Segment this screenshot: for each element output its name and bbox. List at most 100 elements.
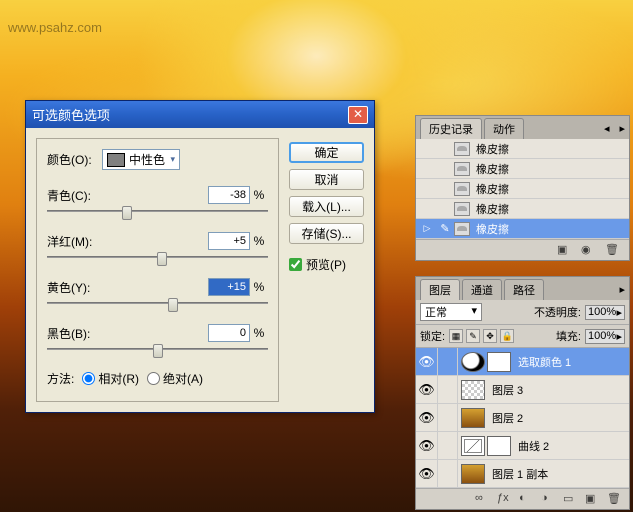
preview-checkbox[interactable]: 预览(P) — [289, 256, 364, 273]
slider-label: 黄色(Y): — [47, 279, 107, 296]
slider-value-input[interactable] — [208, 324, 250, 342]
percent-label: % — [250, 234, 268, 248]
link-col[interactable] — [438, 376, 458, 403]
history-marker: ▷ — [418, 223, 436, 234]
history-panel: 历史记录 动作 ◂ ▸ 橡皮擦 橡皮擦 橡皮擦 橡皮擦 ▷ ✎ 橡皮擦 ▣ ◉ 🗑 — [415, 115, 630, 261]
link-col[interactable] — [438, 460, 458, 487]
method-relative-radio[interactable] — [82, 372, 95, 385]
history-item[interactable]: 橡皮擦 — [416, 159, 629, 179]
blend-mode-select[interactable]: 正常▾ — [420, 303, 482, 321]
visibility-toggle[interactable]: 👁 — [416, 432, 438, 459]
layer-thumb — [461, 380, 485, 400]
method-label: 方法: — [47, 370, 74, 387]
fill-input[interactable]: 100%▸ — [585, 329, 625, 344]
layer-name: 选取颜色 1 — [514, 354, 571, 370]
lock-transparent-icon[interactable]: ▦ — [449, 329, 463, 343]
close-icon[interactable]: ✕ — [348, 106, 368, 124]
ok-button[interactable]: 确定 — [289, 142, 364, 163]
method-relative-label: 相对(R) — [98, 370, 139, 387]
slider-value-input[interactable] — [208, 232, 250, 250]
history-item[interactable]: 橡皮擦 — [416, 199, 629, 219]
layer-name: 曲线 2 — [514, 438, 549, 454]
new-document-icon[interactable]: ▣ — [557, 243, 573, 257]
visibility-toggle[interactable]: 👁 — [416, 460, 438, 487]
eraser-icon — [454, 162, 470, 176]
history-item-name: 橡皮擦 — [470, 201, 509, 217]
link-col[interactable] — [438, 432, 458, 459]
slider-track[interactable] — [47, 344, 268, 360]
history-item[interactable]: 橡皮擦 — [416, 179, 629, 199]
fx-icon[interactable]: ƒx — [497, 492, 513, 506]
trash-icon[interactable]: 🗑 — [607, 492, 623, 506]
curves-thumb — [461, 436, 485, 456]
chevron-down-icon: ▾ — [170, 154, 175, 165]
visibility-toggle[interactable]: 👁 — [416, 404, 438, 431]
layer-item[interactable]: 👁 图层 2 — [416, 404, 629, 432]
eye-icon: 👁 — [418, 410, 435, 426]
method-absolute-radio[interactable] — [147, 372, 160, 385]
tab-layers[interactable]: 图层 — [420, 279, 460, 300]
dialog-title: 可选颜色选项 — [32, 105, 110, 124]
percent-label: % — [250, 326, 268, 340]
folder-icon[interactable]: ▭ — [563, 492, 579, 506]
link-icon[interactable]: ∞ — [475, 492, 491, 506]
layer-name: 图层 3 — [488, 382, 523, 398]
link-col[interactable] — [438, 404, 458, 431]
colors-label: 颜色(O): — [47, 151, 102, 168]
opacity-label: 不透明度: — [534, 304, 581, 320]
mask-icon[interactable]: ◐ — [519, 492, 535, 506]
slider-thumb[interactable] — [122, 206, 132, 220]
layer-item[interactable]: 👁 曲线 2 — [416, 432, 629, 460]
snapshot-icon[interactable]: ◉ — [581, 243, 597, 257]
eye-icon: 👁 — [418, 466, 435, 482]
layer-name: 图层 2 — [488, 410, 523, 426]
eraser-icon — [454, 182, 470, 196]
tab-history[interactable]: 历史记录 — [420, 118, 482, 139]
slider-thumb[interactable] — [157, 252, 167, 266]
lock-all-icon[interactable]: 🔒 — [500, 329, 514, 343]
layer-thumb — [461, 408, 485, 428]
adjustment-icon[interactable]: ◑ — [541, 492, 557, 506]
panel-menu-icon[interactable]: ▸ — [619, 283, 625, 296]
slider-thumb[interactable] — [168, 298, 178, 312]
slider-track[interactable] — [47, 252, 268, 268]
trash-icon[interactable]: 🗑 — [605, 243, 621, 257]
history-item[interactable]: ▷ ✎ 橡皮擦 — [416, 219, 629, 239]
visibility-toggle[interactable]: 👁 — [416, 376, 438, 403]
tab-channels[interactable]: 通道 — [462, 279, 502, 300]
load-button[interactable]: 载入(L)... — [289, 196, 364, 217]
layer-item[interactable]: 👁 选取颜色 1 — [416, 348, 629, 376]
eraser-icon — [454, 222, 470, 236]
mask-thumb — [487, 352, 511, 372]
slider-value-input[interactable] — [208, 278, 250, 296]
slider-track[interactable] — [47, 298, 268, 314]
eye-icon: 👁 — [418, 438, 435, 454]
layer-item[interactable]: 👁 图层 1 副本 — [416, 460, 629, 488]
dialog-titlebar[interactable]: 可选颜色选项 ✕ — [26, 101, 374, 128]
slider-value-input[interactable] — [208, 186, 250, 204]
panel-menu-icon[interactable]: ▸ — [619, 122, 625, 135]
colors-select[interactable]: 中性色 ▾ — [102, 149, 180, 170]
lock-pixels-icon[interactable]: ✎ — [466, 329, 480, 343]
save-button[interactable]: 存储(S)... — [289, 223, 364, 244]
preview-check-input[interactable] — [289, 258, 302, 271]
new-layer-icon[interactable]: ▣ — [585, 492, 601, 506]
link-col[interactable] — [438, 348, 458, 375]
opacity-input[interactable]: 100%▸ — [585, 305, 625, 320]
tab-paths[interactable]: 路径 — [504, 279, 544, 300]
panel-collapse-icon[interactable]: ◂ — [600, 122, 614, 135]
eye-icon: 👁 — [418, 354, 435, 370]
adjustment-thumb — [461, 352, 485, 372]
slider-track[interactable] — [47, 206, 268, 222]
layer-item[interactable]: 👁 图层 3 — [416, 376, 629, 404]
mask-thumb — [487, 436, 511, 456]
history-item[interactable]: 橡皮擦 — [416, 139, 629, 159]
visibility-toggle[interactable]: 👁 — [416, 348, 438, 375]
lock-position-icon[interactable]: ✥ — [483, 329, 497, 343]
fill-label: 填充: — [556, 328, 581, 344]
slider-thumb[interactable] — [153, 344, 163, 358]
selective-color-dialog: 可选颜色选项 ✕ 颜色(O): 中性色 ▾ 青色(C): %洋红(M): %黄色… — [25, 100, 375, 413]
cancel-button[interactable]: 取消 — [289, 169, 364, 190]
tab-actions[interactable]: 动作 — [484, 118, 524, 139]
method-absolute-label: 绝对(A) — [163, 370, 203, 387]
